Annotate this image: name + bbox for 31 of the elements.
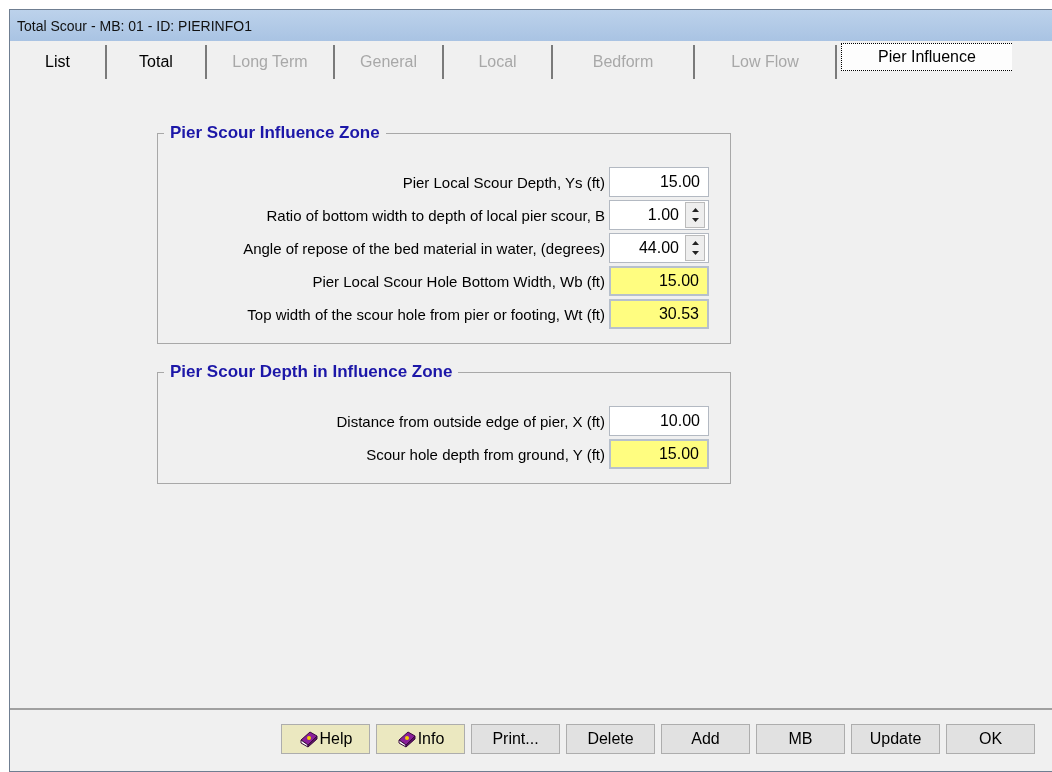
window-title: Total Scour - MB: 01 - ID: PIERINFO1 [17,17,252,34]
input-field[interactable]: 15.00 [609,167,709,197]
field-label: Pier Local Scour Depth, Ys (ft) [402,173,605,191]
input-field[interactable]: 10.00 [609,406,709,436]
book-icon [396,729,417,748]
spinner-field[interactable]: 1.00 [609,200,709,230]
output-field: 15.00 [609,439,709,469]
spin-buttons[interactable] [685,235,705,261]
button[interactable]: OK [946,723,1035,754]
help-button[interactable]: Info [376,723,465,754]
field-label: Angle of repose of the bed material in water, (degrees) [243,239,605,257]
field-label: Scour hole depth from ground, Y (ft) [366,445,605,463]
output-field: 30.53 [609,299,709,329]
tab[interactable]: List [10,45,107,79]
field-label: Ratio of bottom width to depth of local pier scour, B [266,206,605,224]
field-label: Distance from outside edge of pier, X (ft) [336,412,605,430]
tab[interactable]: Pier Influence [841,43,1012,71]
output-field: 15.00 [609,266,709,296]
button[interactable]: Print... [471,723,560,754]
group-title: Pier Scour Depth in Influence Zone [164,362,459,382]
button[interactable]: Add [661,723,750,754]
button[interactable]: Delete [566,723,655,754]
book-icon [298,729,319,748]
button[interactable]: Update [851,723,940,754]
help-button[interactable]: Help [281,723,370,754]
field-label: Pier Local Scour Hole Bottom Width, Wb (ft) [312,272,605,290]
spinner-field[interactable]: 44.00 [609,233,709,263]
spin-buttons[interactable] [685,202,705,228]
tab[interactable]: Total [107,45,207,79]
button[interactable]: MB [756,723,845,754]
field-label: Top width of the scour hole from pier or footing, Wt (ft) [247,305,605,323]
